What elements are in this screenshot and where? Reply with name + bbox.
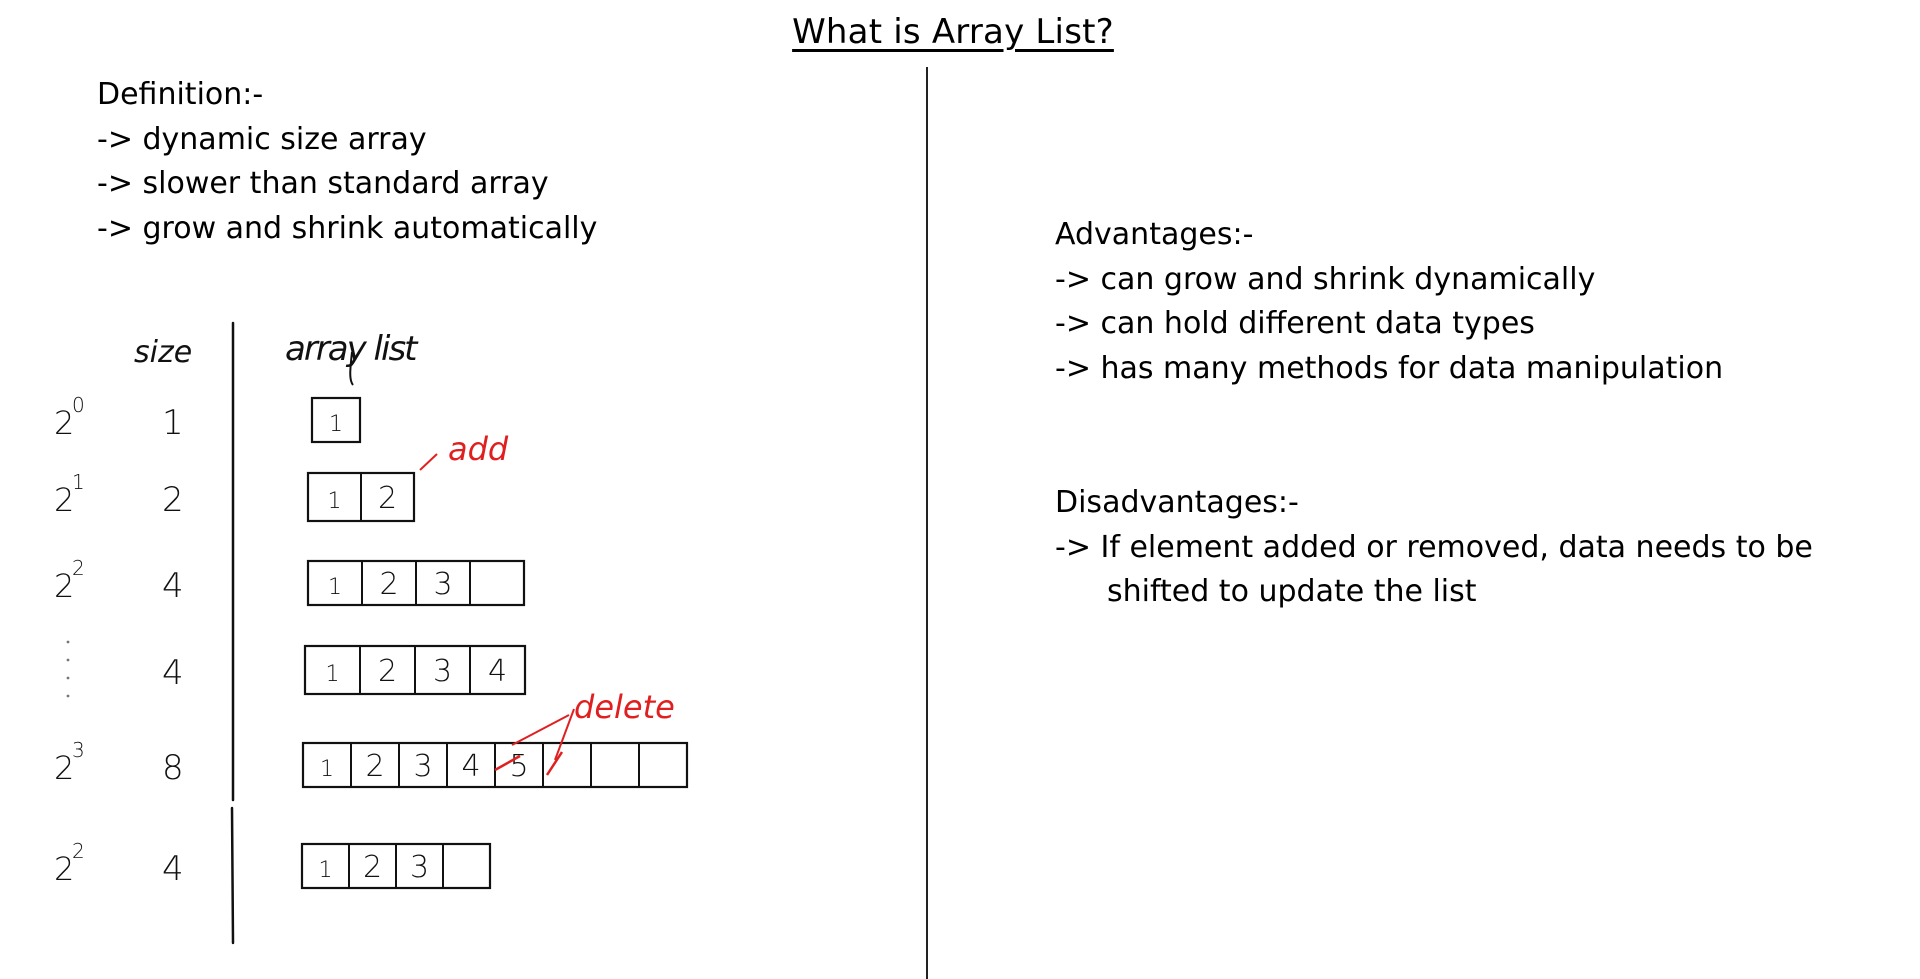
sketch-row: 23 8 1 2 3 4 5 bbox=[54, 738, 689, 789]
sketch-divider bbox=[230, 321, 235, 945]
power-exponent: 1 bbox=[72, 470, 85, 494]
array-cell-value: 2 bbox=[379, 567, 398, 602]
array-cell-value: 5 bbox=[509, 749, 528, 784]
array-cell-value: 1 bbox=[328, 575, 342, 600]
continuation-dot bbox=[66, 640, 70, 644]
power-exponent: 3 bbox=[72, 738, 85, 762]
sketch-row: 20 1 1 bbox=[54, 393, 362, 444]
continuation-dot bbox=[66, 658, 70, 662]
array-cell-value: 1 bbox=[326, 662, 340, 687]
arraylist-growth-sketch: size array list 20 1 121 2 1 222 4 1 2 34 1 2 3 423 8 1… bbox=[54, 321, 689, 945]
array-cell-value: 2 bbox=[378, 654, 397, 689]
size-value: 1 bbox=[162, 403, 184, 443]
array-cell-value: 1 bbox=[320, 757, 334, 782]
size-value: 4 bbox=[162, 653, 184, 693]
continuation-dot bbox=[66, 694, 70, 698]
array-cell-value: 1 bbox=[329, 412, 343, 437]
array-cell-value: 1 bbox=[319, 858, 333, 883]
array-cell-value: 3 bbox=[410, 850, 429, 885]
size-value: 2 bbox=[162, 480, 184, 520]
size-value: 4 bbox=[162, 566, 184, 606]
power-exponent: 2 bbox=[72, 556, 85, 580]
add-label: add bbox=[448, 430, 509, 468]
power-exponent: 0 bbox=[72, 393, 85, 417]
array-cell-value: 4 bbox=[461, 749, 480, 784]
size-value: 8 bbox=[162, 748, 184, 788]
add-pointer bbox=[419, 453, 438, 471]
array-cell-value: 3 bbox=[433, 654, 452, 689]
array-cell-value: 4 bbox=[488, 654, 507, 689]
sketch-row: 4 1 2 3 4 bbox=[66, 640, 527, 698]
sketch-row: 22 4 1 2 3 bbox=[54, 556, 526, 607]
size-header: size bbox=[134, 335, 192, 370]
array-cell-value: 1 bbox=[328, 489, 342, 514]
delete-label: delete bbox=[574, 688, 675, 726]
array-cell-value: 2 bbox=[363, 850, 382, 885]
array-cell-value: 2 bbox=[378, 481, 397, 516]
strike-5 bbox=[545, 751, 564, 776]
size-value: 4 bbox=[162, 849, 184, 889]
arraylist-header: array list bbox=[285, 329, 419, 369]
power-exponent: 2 bbox=[72, 839, 85, 863]
continuation-dot bbox=[66, 676, 70, 680]
array-cell-value: 3 bbox=[413, 749, 432, 784]
sketch-row: 22 4 1 2 3 bbox=[54, 839, 492, 890]
array-cell-value: 3 bbox=[433, 567, 452, 602]
array-cell-value: 2 bbox=[365, 749, 384, 784]
delete-pointer-4 bbox=[511, 714, 570, 746]
